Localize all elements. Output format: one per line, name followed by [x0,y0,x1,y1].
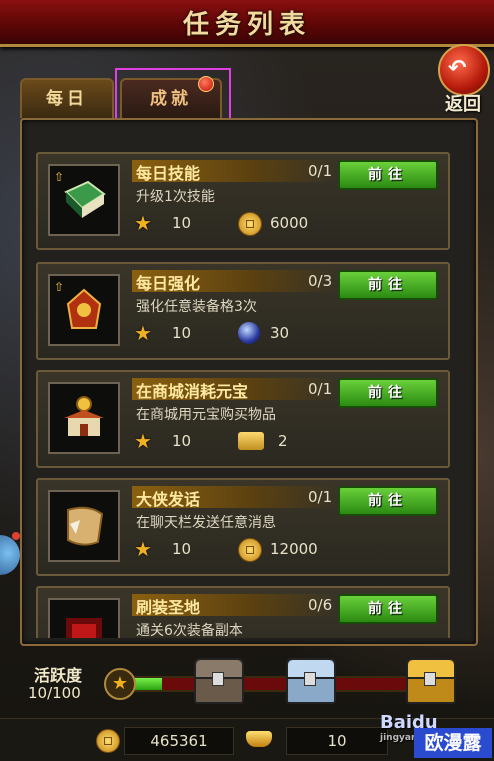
task-item: 在商城消耗元宝 0/1 在商城用元宝购买物品 ★ 10 2 前往 [36,370,450,468]
silver-chest-icon[interactable] [286,658,336,704]
ingot-icon [246,731,272,747]
activity-bar: 活跃度 10/100 ★ [18,652,478,712]
task-item: 刷装圣地 0/6 通关6次装备副本 前往 [36,586,450,638]
star-icon: ★ [134,211,152,235]
go-button[interactable]: 前往 [338,486,438,516]
gold-amount: 465361 [124,727,234,755]
reward-gold: 12000 [270,540,318,558]
task-description: 通关6次装备副本 [136,623,243,638]
shop-icon [48,382,120,454]
gold-chest-icon[interactable] [406,658,456,704]
task-progress: 0/6 [308,596,333,614]
gold-coin-icon [238,538,262,562]
reward-activity: 10 [172,540,192,558]
task-progress: 0/1 [308,488,333,506]
go-button[interactable]: 前往 [338,270,438,300]
star-icon: ★ [134,429,152,453]
task-item: ⇧ 每日技能 0/1 升级1次技能 ★ 10 6000 前往 [36,152,450,250]
scroll-icon [48,490,120,562]
activity-progress-track [130,676,434,692]
task-name: 每日强化 [136,274,201,293]
page-title: 任务列表 [182,10,311,40]
back-label: 返回 [445,94,481,115]
task-description: 升级1次技能 [136,189,215,205]
reward-activity: 10 [172,432,192,450]
task-description: 在商城用元宝购买物品 [136,407,276,423]
armor-icon: ⇧ [48,274,120,346]
star-icon: ★ [134,321,152,345]
task-panel: ⇧ 每日技能 0/1 升级1次技能 ★ 10 6000 前往 ⇧ 每日强化 0/… [20,118,478,646]
go-button[interactable]: 前往 [338,378,438,408]
dungeon-gate-icon [48,598,120,638]
activity-progress-fill [132,678,162,690]
task-name: 刷装圣地 [136,598,201,617]
gold-coin-icon [96,729,120,753]
reward-ticket: 2 [278,432,288,450]
side-notification-dot-icon [12,532,20,540]
back-button[interactable]: ↶ 返回 [434,44,492,115]
task-list[interactable]: ⇧ 每日技能 0/1 升级1次技能 ★ 10 6000 前往 ⇧ 每日强化 0/… [36,152,462,638]
go-button[interactable]: 前往 [338,160,438,190]
corner-watermark: 欧漫露 [414,728,492,758]
task-item: ⇧ 每日强化 0/3 强化任意装备格3次 ★ 10 30 前往 [36,262,450,360]
task-progress: 0/1 [308,162,333,180]
tab-daily[interactable]: 每日 [20,78,114,118]
activity-star-icon: ★ [104,668,136,700]
gold-coin-icon [238,212,262,236]
task-progress: 0/1 [308,380,333,398]
task-name: 每日技能 [136,164,201,183]
arrow-left-icon: ↶ [448,56,467,81]
reward-gem: 30 [270,324,290,342]
task-description: 在聊天栏发送任意消息 [136,515,276,531]
reward-activity: 10 [172,324,192,342]
reward-activity: 10 [172,214,192,232]
bronze-chest-icon[interactable] [194,658,244,704]
task-name: 大侠发话 [136,490,201,509]
reward-gold: 6000 [270,214,309,232]
go-button[interactable]: 前往 [338,594,438,624]
task-description: 强化任意装备格3次 [136,299,257,315]
task-item: 大侠发话 0/1 在聊天栏发送任意消息 ★ 10 12000 前往 [36,478,450,576]
activity-label: 活跃度 [34,666,83,685]
star-icon: ★ [134,537,152,561]
task-name: 在商城消耗元宝 [136,382,249,401]
gem-icon [238,322,260,344]
task-progress: 0/3 [308,272,333,290]
activity-value: 10/100 [28,684,81,702]
ticket-icon [238,432,264,450]
skill-book-icon: ⇧ [48,164,120,236]
title-bar: 任务列表 [0,0,494,47]
ingot-amount: 10 [286,727,388,755]
